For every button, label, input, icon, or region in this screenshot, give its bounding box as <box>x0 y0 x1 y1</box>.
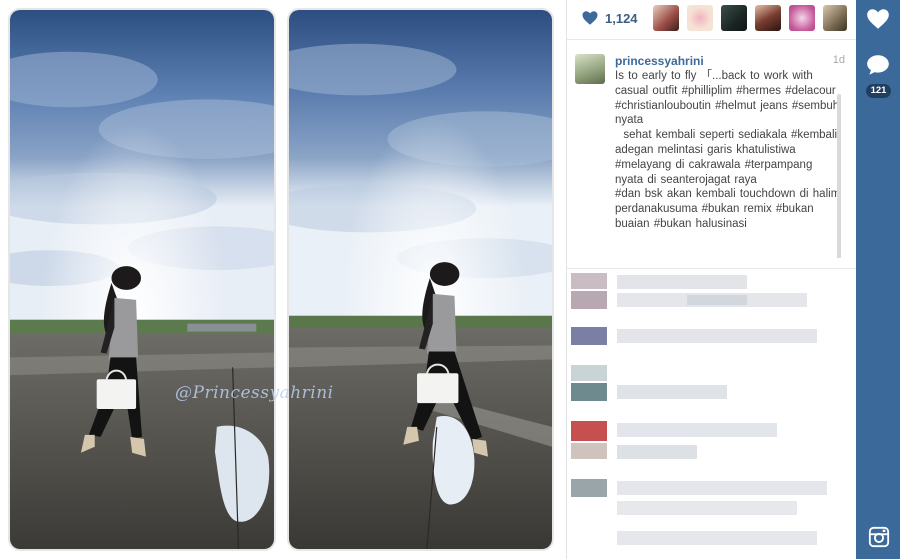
action-rail: 121 <box>856 0 900 559</box>
pixelated-block <box>571 479 607 497</box>
pixelated-block <box>571 291 607 309</box>
photo-watermark: @Princessyahrini <box>175 383 334 403</box>
post-timestamp: 1d <box>832 54 845 66</box>
pixelated-block <box>617 385 727 399</box>
heart-icon <box>582 11 598 25</box>
pixelated-block <box>617 423 777 437</box>
heart-icon[interactable] <box>865 6 891 32</box>
photo-panel-left <box>8 8 276 551</box>
pixelated-block <box>617 275 747 289</box>
comment-count-badge: 121 <box>866 84 891 98</box>
photo-panel-right <box>287 8 554 551</box>
pixelated-block <box>617 501 797 515</box>
pixelated-block <box>617 481 827 495</box>
caption-username[interactable]: princessyahrini <box>615 54 704 68</box>
comments-list-pixelated <box>567 268 857 559</box>
pixelated-block <box>571 327 607 345</box>
pixelated-block <box>571 421 607 441</box>
likes-bar: 1,124 <box>567 0 857 40</box>
liker-avatar[interactable] <box>687 5 713 31</box>
liker-avatar[interactable] <box>789 5 815 31</box>
post-details-panel: 1,124 princessyahrini 1d Is to early to … <box>566 0 857 559</box>
instagram-camera-icon[interactable] <box>868 526 890 548</box>
avatar[interactable] <box>575 54 605 84</box>
pixelated-block <box>571 273 607 289</box>
like-count[interactable]: 1,124 <box>581 9 638 27</box>
pixelated-block <box>571 383 607 401</box>
pixelated-block <box>687 295 747 305</box>
liker-avatar[interactable] <box>653 5 679 31</box>
liker-avatar[interactable] <box>755 5 781 31</box>
pixelated-block <box>571 365 607 381</box>
pixelated-block <box>617 531 817 545</box>
post-photo[interactable]: @Princessyahrini <box>0 0 565 559</box>
post-caption: princessyahrini 1d Is to early to fly 「.… <box>575 52 845 258</box>
pixelated-block <box>571 443 607 459</box>
liker-avatar[interactable] <box>823 5 847 31</box>
caption-scrollbar[interactable] <box>837 94 841 258</box>
likes-count-text: 1,124 <box>605 10 638 26</box>
pixelated-block <box>617 445 697 459</box>
caption-text: Is to early to fly 「...back to work with… <box>615 70 841 230</box>
comment-bubble-icon[interactable] <box>865 52 891 78</box>
instagram-post-viewer: @Princessyahrini 1,124 princessyahrini 1… <box>0 0 900 559</box>
pixelated-block <box>617 329 817 343</box>
liker-avatar[interactable] <box>721 5 747 31</box>
